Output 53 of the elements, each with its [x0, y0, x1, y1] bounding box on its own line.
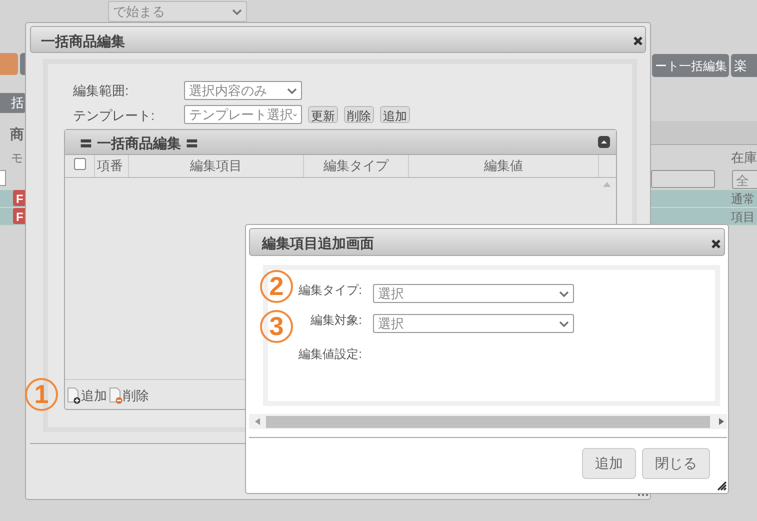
checkbox[interactable]: [74, 158, 86, 170]
horizontal-scrollbar[interactable]: [249, 414, 727, 429]
button[interactable]: 括: [0, 93, 26, 113]
column-header: モ: [11, 150, 23, 167]
button[interactable]: 追加: [380, 106, 410, 123]
column-header: 編集値: [409, 155, 599, 177]
dropdown[interactable]: 全: [732, 170, 757, 189]
document-icon: [67, 387, 81, 404]
window-title: 一括商品編集: [41, 32, 125, 51]
dropdown[interactable]: 選択: [373, 284, 574, 303]
column-header: 項番: [95, 155, 129, 177]
filter-field[interactable]: [651, 170, 715, 188]
toolbar-button[interactable]: 追加: [67, 386, 107, 406]
section-title: 商: [10, 125, 24, 144]
scrollbar-thumb[interactable]: [266, 416, 710, 428]
dropdown[interactable]: テンプレート選択: [184, 105, 302, 124]
chevron-icon: [559, 320, 569, 326]
step-number: 2: [260, 270, 293, 303]
resize-grip-icon[interactable]: [716, 480, 727, 491]
close-icon[interactable]: [711, 239, 721, 249]
field-label: テンプレート:: [73, 107, 155, 125]
button[interactable]: 閉じる: [642, 448, 710, 479]
column-header: 編集タイプ: [304, 155, 409, 177]
dropdown[interactable]: で始まる: [108, 1, 247, 22]
column-header: 在庫: [731, 149, 757, 167]
step-number: 1: [25, 378, 58, 411]
field-label: 編集範囲:: [73, 82, 129, 100]
field-label: 編集対象:: [310, 312, 362, 329]
column-header: 編集項目: [129, 155, 304, 177]
button[interactable]: 追加: [582, 448, 636, 479]
toolbar-button[interactable]: 削除: [109, 386, 149, 406]
close-icon[interactable]: [633, 36, 643, 46]
dropdown[interactable]: 選択: [373, 314, 574, 333]
field-label: 編集値設定:: [298, 346, 362, 363]
table-cell: 通常: [731, 190, 757, 207]
grid-title: 〓 一括商品編集 〓: [79, 134, 199, 153]
button[interactable]: 楽: [731, 54, 757, 77]
resize-grip-icon[interactable]: [637, 493, 649, 497]
chevron-icon: [559, 290, 569, 296]
collapse-icon[interactable]: [598, 136, 610, 148]
scroll-right-icon[interactable]: [719, 418, 724, 425]
table-cell: 項目: [731, 208, 757, 225]
chevron-icon: [287, 88, 297, 94]
step-number: 3: [260, 310, 293, 343]
dropdown[interactable]: 選択内容のみ: [184, 81, 302, 100]
window-title: 編集項目追加画面: [262, 234, 374, 253]
button[interactable]: 更新: [308, 106, 338, 123]
field-label: 編集タイプ:: [298, 282, 362, 299]
button[interactable]: ート一括編集: [652, 54, 729, 77]
chevron-icon: [232, 8, 242, 14]
button[interactable]: 削除: [344, 106, 374, 123]
scroll-left-icon[interactable]: [255, 418, 260, 425]
document-icon: [109, 387, 123, 404]
